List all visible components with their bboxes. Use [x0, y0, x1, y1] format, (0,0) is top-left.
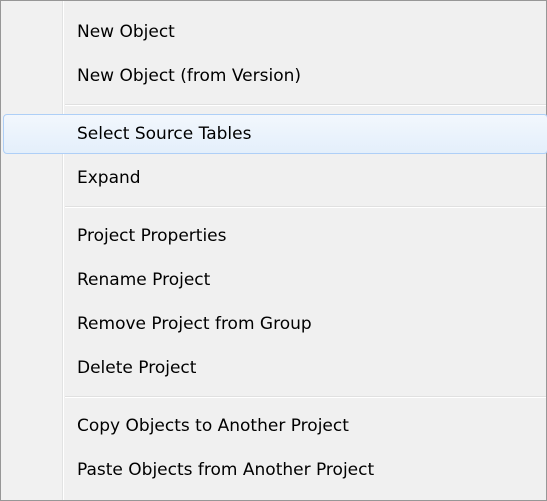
menu-item-new-object[interactable]: New Object	[1, 10, 546, 54]
menu-item-label: Rename Project	[77, 270, 211, 290]
menu-item-remove-project-from-group[interactable]: Remove Project from Group	[1, 302, 546, 346]
menu-item-label: New Object (from Version)	[77, 66, 301, 86]
menu-item-label: New Object	[77, 22, 175, 42]
menu-item-label: Project Properties	[77, 226, 227, 246]
menu-separator	[1, 200, 546, 214]
menu-item-select-source-tables[interactable]: Select Source Tables	[1, 112, 547, 156]
menu-items: New Object New Object (from Version) Sel…	[1, 10, 547, 492]
menu-item-label: Delete Project	[77, 358, 197, 378]
menu-item-delete-project[interactable]: Delete Project	[1, 346, 546, 390]
menu-item-copy-objects[interactable]: Copy Objects to Another Project	[1, 404, 546, 448]
menu-item-label: Remove Project from Group	[77, 314, 312, 334]
menu-item-label: Expand	[77, 168, 141, 188]
menu-item-label: Paste Objects from Another Project	[77, 460, 375, 480]
menu-item-label: Select Source Tables	[77, 124, 252, 144]
menu-item-paste-objects[interactable]: Paste Objects from Another Project	[1, 448, 546, 492]
menu-separator	[1, 98, 546, 112]
menu-item-new-object-from-version[interactable]: New Object (from Version)	[1, 54, 546, 98]
menu-item-label: Copy Objects to Another Project	[77, 416, 349, 436]
menu-item-project-properties[interactable]: Project Properties	[1, 214, 546, 258]
menu-item-expand[interactable]: Expand	[1, 156, 546, 200]
menu-separator	[1, 390, 546, 404]
context-menu: New Object New Object (from Version) Sel…	[0, 0, 547, 501]
menu-item-rename-project[interactable]: Rename Project	[1, 258, 546, 302]
